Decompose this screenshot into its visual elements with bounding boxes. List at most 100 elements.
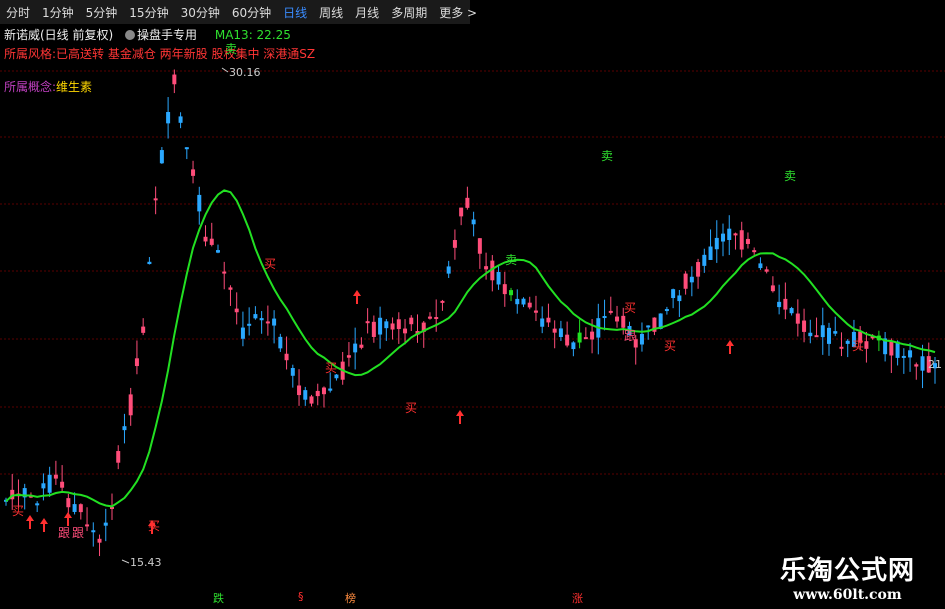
candle-body bbox=[509, 290, 514, 296]
candle-body bbox=[864, 341, 869, 349]
candle-body bbox=[128, 394, 133, 416]
signal-mark: 买 bbox=[664, 339, 676, 353]
candle-body bbox=[646, 325, 651, 328]
candle-body bbox=[901, 355, 906, 358]
candle-body bbox=[427, 316, 432, 319]
footer-mark-1: § bbox=[298, 590, 304, 603]
candle-body bbox=[215, 250, 220, 253]
candle-body bbox=[839, 346, 844, 349]
signal-mark: 买 bbox=[264, 257, 276, 271]
candle-body bbox=[328, 388, 333, 391]
candle-body bbox=[97, 538, 102, 543]
candle-body bbox=[777, 301, 782, 308]
candle-body bbox=[889, 341, 894, 356]
candles bbox=[4, 69, 937, 557]
candle-body bbox=[727, 228, 732, 241]
candle-body bbox=[814, 335, 819, 338]
candle-body bbox=[184, 147, 189, 150]
chart-labels: 30.16 15.43 21 bbox=[121, 66, 942, 569]
candle-body bbox=[452, 240, 457, 248]
candle-body bbox=[122, 426, 127, 431]
candle-body bbox=[147, 261, 152, 265]
candle-body bbox=[228, 287, 233, 290]
candle-body bbox=[272, 318, 277, 326]
candle-body bbox=[365, 321, 370, 324]
signal-mark: 卖 bbox=[225, 42, 237, 56]
candle-body bbox=[770, 285, 775, 292]
signal-mark: 跟 bbox=[624, 329, 636, 343]
candle-body bbox=[72, 504, 77, 512]
candle-body bbox=[172, 74, 177, 85]
candle-body bbox=[764, 269, 769, 272]
buy-arrow-icon bbox=[456, 410, 464, 424]
candle-body bbox=[103, 522, 108, 526]
candle-body bbox=[496, 271, 501, 285]
candle-body bbox=[459, 207, 464, 217]
candle-body bbox=[571, 342, 576, 350]
candle-body bbox=[209, 238, 214, 245]
candle-body bbox=[590, 331, 595, 340]
candle-body bbox=[91, 530, 96, 533]
signal-mark: 买 bbox=[325, 361, 337, 375]
candle-body bbox=[745, 238, 750, 244]
buy-arrow-icon bbox=[726, 340, 734, 354]
candle-body bbox=[290, 367, 295, 376]
candle-body bbox=[191, 169, 196, 176]
candle-body bbox=[608, 310, 613, 313]
candle-body bbox=[309, 396, 314, 404]
candle-body bbox=[739, 230, 744, 250]
candle-body bbox=[134, 358, 139, 367]
candle-body bbox=[396, 319, 401, 330]
candle-body bbox=[141, 326, 146, 333]
candle-body bbox=[615, 316, 620, 322]
candle-body bbox=[783, 298, 788, 310]
candle-body bbox=[359, 344, 364, 348]
candle-body bbox=[820, 325, 825, 338]
candle-body bbox=[353, 343, 358, 353]
watermark-url: www.60lt.com bbox=[793, 587, 902, 603]
candle-body bbox=[240, 327, 245, 339]
buy-arrow-icon bbox=[26, 515, 34, 529]
candle-body bbox=[66, 498, 71, 508]
candle-body bbox=[639, 333, 644, 345]
signal-mark: 买 bbox=[12, 504, 24, 518]
signal-mark: 跟 bbox=[58, 526, 70, 540]
signal-mark: 买 bbox=[624, 301, 636, 315]
candle-body bbox=[671, 289, 676, 299]
candle-body bbox=[758, 263, 763, 269]
candle-body bbox=[708, 246, 713, 260]
candle-body bbox=[558, 328, 563, 337]
candle-body bbox=[60, 481, 65, 488]
candle-body bbox=[278, 336, 283, 349]
candle-body bbox=[315, 390, 320, 397]
candle-body bbox=[502, 284, 507, 295]
candle-body bbox=[35, 503, 40, 506]
candle-body bbox=[159, 150, 164, 164]
candle-body bbox=[664, 309, 669, 312]
signal-mark: 卖 bbox=[505, 253, 517, 267]
footer-mark-2: 榜 bbox=[345, 592, 356, 605]
candle-body bbox=[621, 315, 626, 328]
candle-body bbox=[845, 340, 850, 344]
candle-body bbox=[284, 353, 289, 361]
signals: 卖卖卖卖买买买买买买买买跟跟跟 bbox=[12, 42, 864, 540]
candle-body bbox=[540, 318, 545, 327]
candle-body bbox=[914, 364, 919, 367]
candle-body bbox=[789, 308, 794, 314]
candle-body bbox=[795, 313, 800, 324]
candlestick-chart[interactable]: 30.16 15.43 21 卖卖卖卖买买买买买买买买跟跟跟 bbox=[0, 0, 945, 609]
candle-body bbox=[384, 321, 389, 329]
candle-body bbox=[346, 355, 351, 358]
buy-arrow-icon bbox=[64, 512, 72, 526]
right-price-label: 21 bbox=[928, 358, 942, 371]
candle-body bbox=[116, 451, 121, 463]
candle-body bbox=[908, 350, 913, 358]
candle-body bbox=[234, 308, 239, 313]
candle-body bbox=[583, 337, 588, 340]
buy-arrow-icon bbox=[40, 518, 48, 532]
candle-body bbox=[527, 302, 532, 308]
watermark: 乐淘公式网 www.60lt.com bbox=[780, 550, 915, 603]
candle-body bbox=[808, 332, 813, 337]
candle-body bbox=[334, 374, 339, 379]
low-price-label: 15.43 bbox=[130, 556, 162, 569]
